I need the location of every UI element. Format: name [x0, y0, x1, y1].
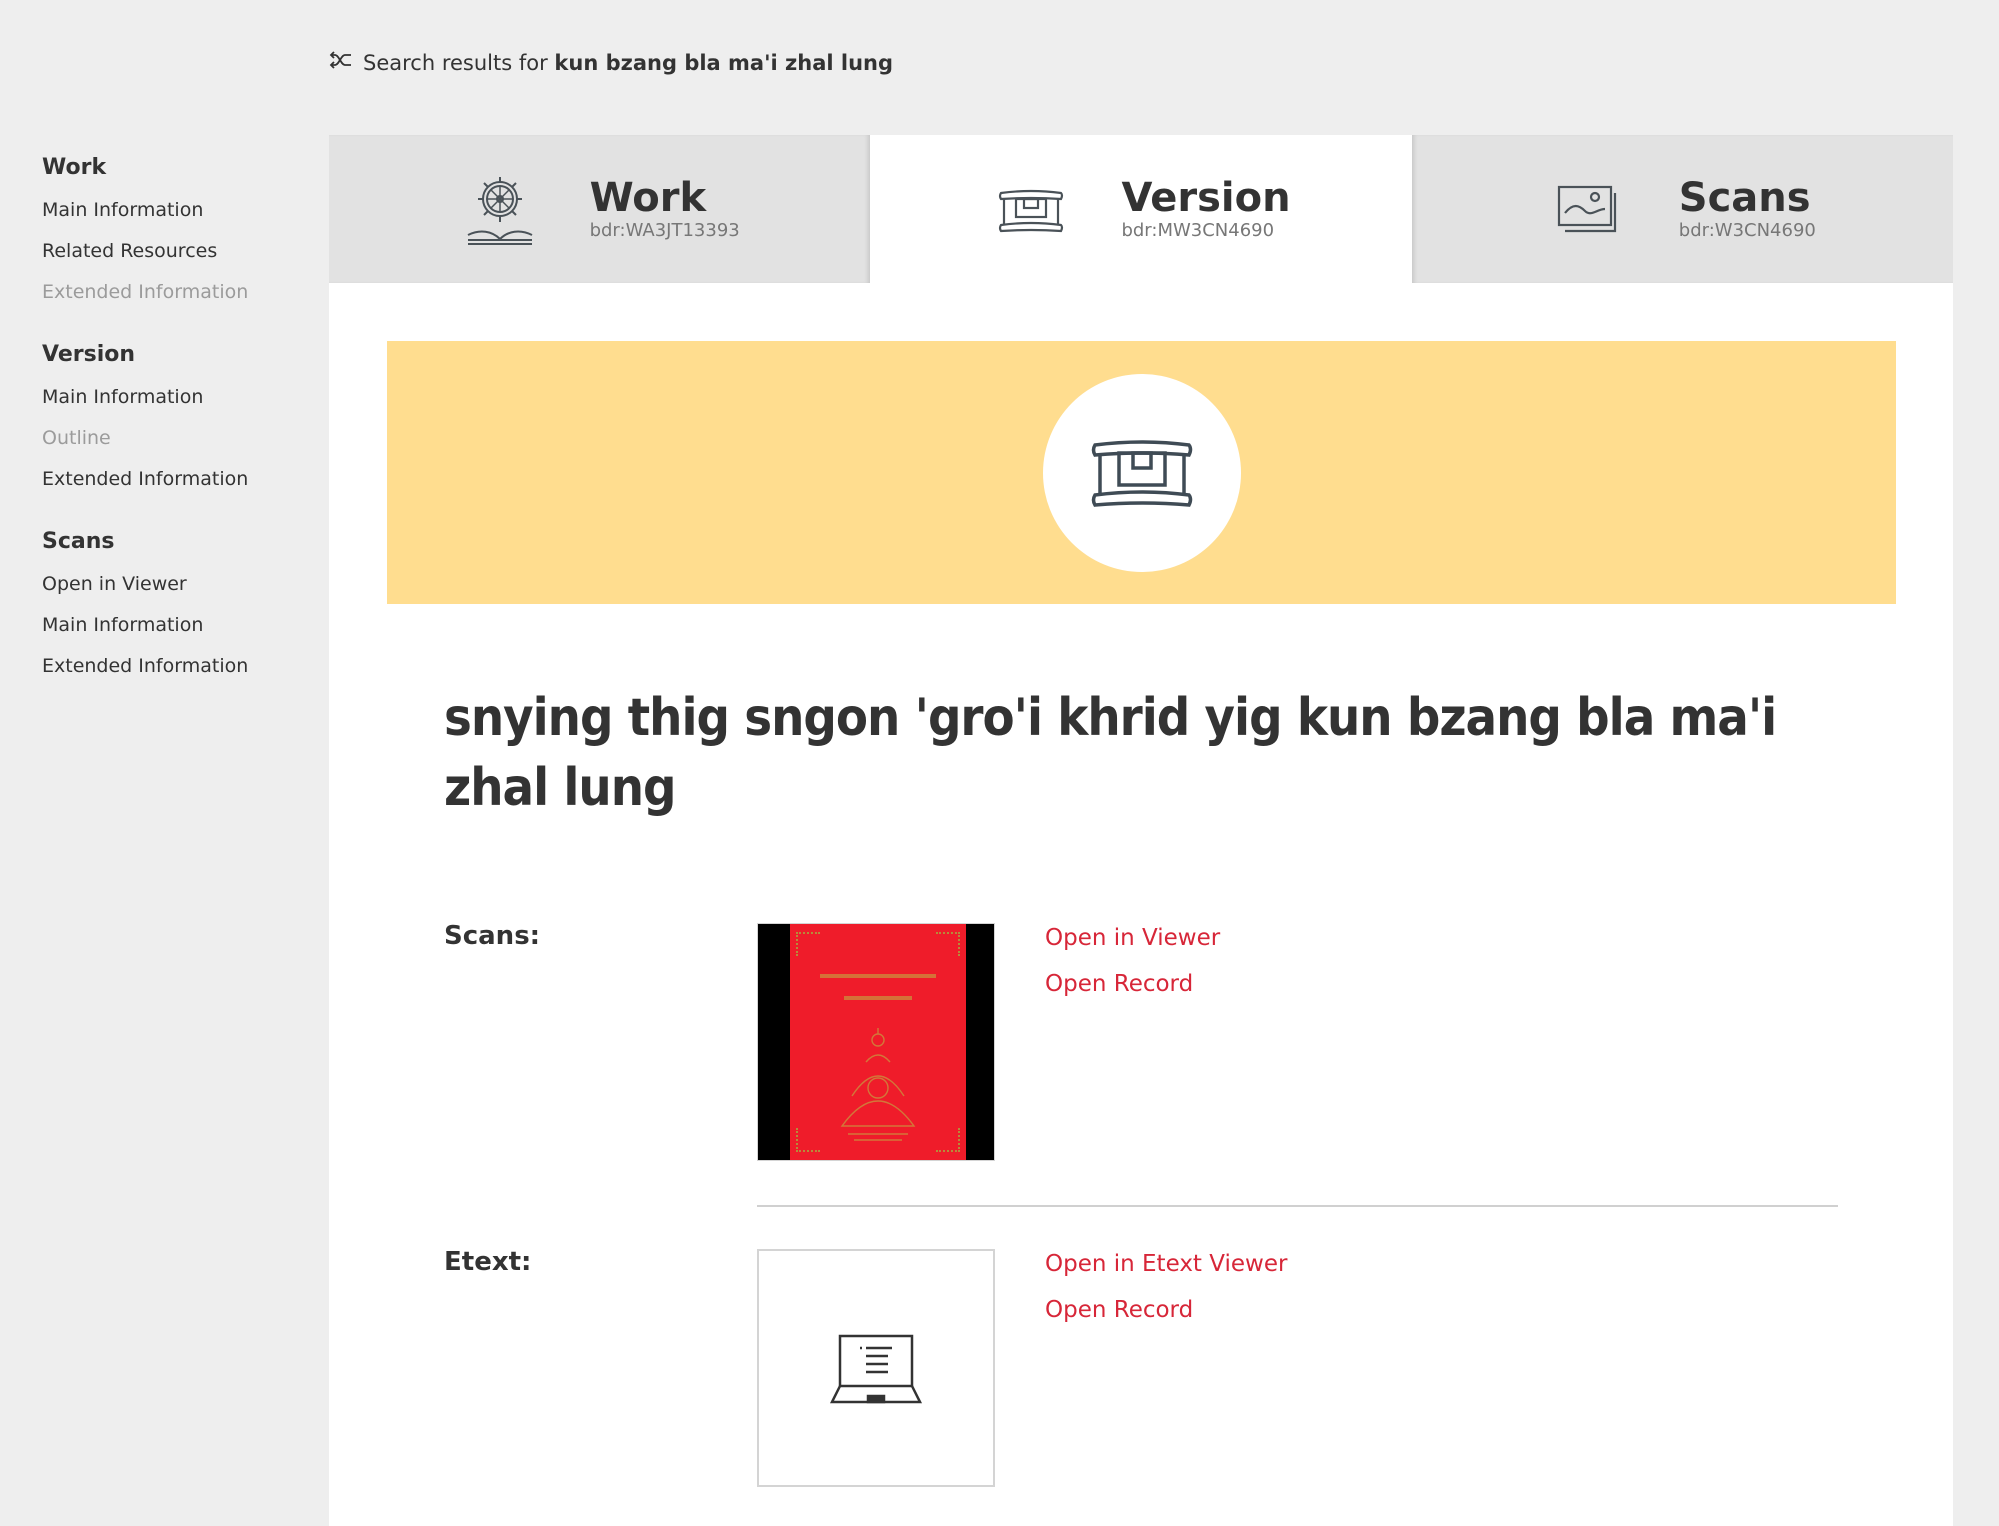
sidebar-nav: Work Main Information Related Resources … [42, 150, 312, 711]
red-book-cover-image [758, 924, 994, 1160]
scan-thumbnail[interactable] [757, 923, 995, 1161]
sidebar-heading-version[interactable]: Version [42, 337, 312, 377]
sidebar-item-work-main-information[interactable]: Main Information [42, 190, 312, 231]
tab-scans-id: bdr:W3CN4690 [1678, 220, 1816, 241]
scans-label: Scans: [444, 921, 541, 951]
scans-open-record-link[interactable]: Open Record [1045, 961, 1220, 1007]
etext-open-record-link[interactable]: Open Record [1045, 1287, 1287, 1333]
sidebar-heading-scans[interactable]: Scans [42, 524, 312, 564]
sidebar-group-scans: Scans Open in Viewer Main Information Ex… [42, 524, 312, 687]
tab-version[interactable]: Version bdr:MW3CN4690 [870, 135, 1412, 283]
sidebar-item-work-extended-information: Extended Information [42, 281, 249, 303]
laptop-text-icon [829, 1334, 923, 1404]
tab-scans[interactable]: Scans bdr:W3CN4690 [1411, 135, 1953, 283]
sidebar-item-version-main-information[interactable]: Main Information [42, 377, 312, 418]
search-prefix: Search results for [363, 50, 548, 75]
entity-tabs: Work bdr:WA3JT13393 Version bdr:MW3CN469… [329, 135, 1953, 283]
search-query: kun bzang bla ma'i zhal lung [554, 50, 894, 75]
dharma-wheel-book-icon [460, 169, 540, 249]
banner-icon-circle [1042, 373, 1241, 572]
tab-work-id: bdr:WA3JT13393 [589, 220, 740, 241]
scans-links: Open in Viewer Open Record [1045, 915, 1220, 1007]
images-icon [1549, 169, 1629, 249]
page-title: snying thig sngon 'gro'i khrid yig kun b… [444, 688, 1777, 818]
tab-work-title: Work [589, 175, 707, 221]
pecha-box-icon [991, 169, 1071, 249]
shuffle-arrows-icon[interactable] [329, 50, 353, 75]
tab-work[interactable]: Work bdr:WA3JT13393 [329, 135, 871, 283]
sidebar-item-scans-open-in-viewer[interactable]: Open in Viewer [42, 564, 312, 605]
search-summary: Search results for kun bzang bla ma'i zh… [329, 50, 893, 75]
etext-open-in-viewer-link[interactable]: Open in Etext Viewer [1045, 1241, 1287, 1287]
tab-version-title: Version [1121, 175, 1291, 221]
version-banner [387, 341, 1896, 604]
scans-open-in-viewer-link[interactable]: Open in Viewer [1045, 915, 1220, 961]
sidebar-item-work-related-resources[interactable]: Related Resources [42, 231, 312, 272]
etext-thumbnail[interactable] [757, 1249, 995, 1487]
sidebar-group-version: Version Main Information Outline Extende… [42, 337, 312, 500]
sidebar-item-scans-extended-information[interactable]: Extended Information [42, 646, 312, 687]
sidebar-item-version-outline: Outline [42, 427, 111, 449]
tab-scans-title: Scans [1678, 175, 1811, 221]
section-divider [757, 1205, 1838, 1207]
sidebar-group-work: Work Main Information Related Resources … [42, 150, 312, 313]
etext-links: Open in Etext Viewer Open Record [1045, 1241, 1287, 1333]
pecha-box-icon [1091, 439, 1192, 507]
etext-label: Etext: [444, 1247, 532, 1277]
sidebar-heading-work[interactable]: Work [42, 150, 312, 190]
main-panel: Work bdr:WA3JT13393 Version bdr:MW3CN469… [329, 135, 1953, 1526]
tab-version-id: bdr:MW3CN4690 [1121, 220, 1275, 241]
sidebar-item-version-extended-information[interactable]: Extended Information [42, 459, 312, 500]
sidebar-item-scans-main-information[interactable]: Main Information [42, 605, 312, 646]
